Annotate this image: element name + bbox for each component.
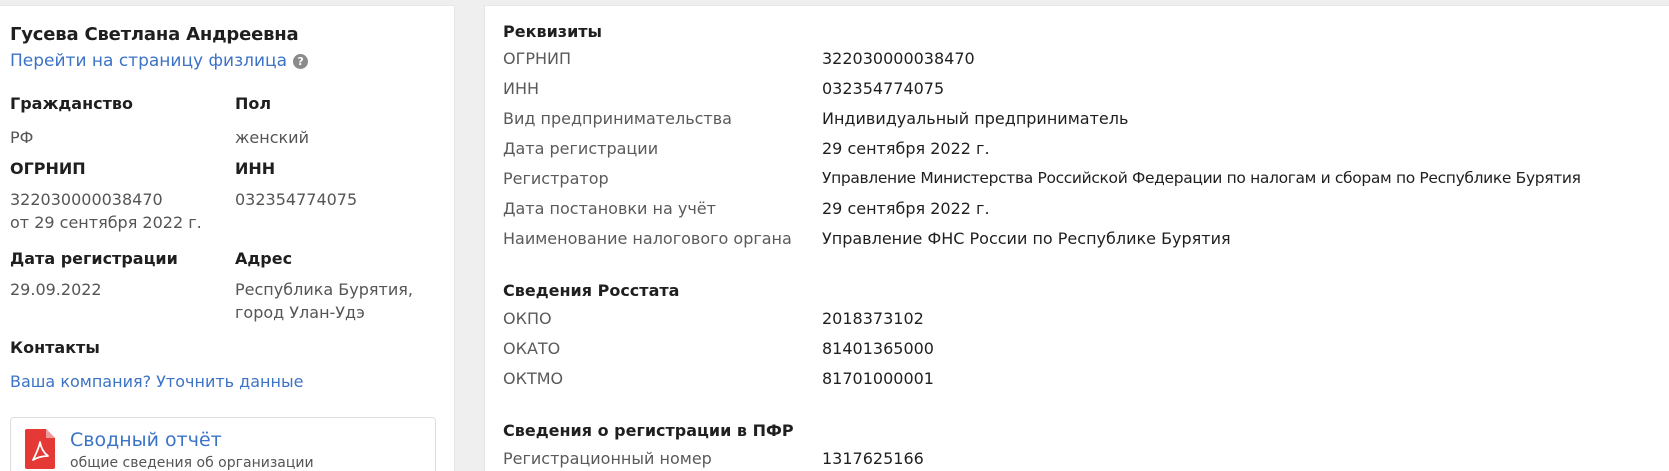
- pfr-title: Сведения о регистрации в ПФР: [503, 421, 794, 440]
- row-label: Вид предпринимательства: [503, 109, 732, 128]
- requisites-row: Вид предпринимательства Индивидуальный п…: [0, 109, 1669, 135]
- row-label: ОКАТО: [503, 339, 561, 358]
- row-value: Управление ФНС России по Республике Буря…: [822, 229, 1231, 248]
- row-label: ОКПО: [503, 309, 552, 328]
- row-label: ИНН: [503, 79, 540, 98]
- address-line-1: Республика Бурятия,: [235, 280, 413, 299]
- row-value: Индивидуальный предприниматель: [822, 109, 1129, 128]
- row-value: 032354774075: [822, 79, 945, 98]
- requisites-row: ИНН 032354774075: [0, 79, 1669, 105]
- requisites-row: Наименование налогового органа Управлени…: [0, 229, 1669, 255]
- row-value: 29 сентября 2022 г.: [822, 199, 990, 218]
- row-value: 29 сентября 2022 г.: [822, 139, 990, 158]
- page: Гусева Светлана Андреевна Перейти на стр…: [0, 0, 1669, 471]
- person-name: Гусева Светлана Андреевна: [10, 24, 299, 45]
- row-value: 2018373102: [822, 309, 924, 328]
- row-label: Наименование налогового органа: [503, 229, 792, 248]
- requisites-row: Дата регистрации 29 сентября 2022 г.: [0, 139, 1669, 165]
- row-label: Дата постановки на учёт: [503, 199, 716, 218]
- row-label: Дата регистрации: [503, 139, 659, 158]
- row-label: ОКТМО: [503, 369, 564, 388]
- rosstat-row: ОКТМО 81701000001: [0, 369, 1669, 395]
- row-label: Регистратор: [503, 169, 609, 188]
- rosstat-row: ОКАТО 81401365000: [0, 339, 1669, 365]
- rosstat-row: ОКПО 2018373102: [0, 309, 1669, 335]
- requisites-title: Реквизиты: [503, 22, 603, 41]
- row-label: Регистрационный номер: [503, 449, 712, 468]
- row-value: 81701000001: [822, 369, 934, 388]
- row-value: 1317625166: [822, 449, 924, 468]
- rosstat-title: Сведения Росстата: [503, 281, 680, 300]
- requisites-row: Регистратор Управление Министерства Росс…: [0, 169, 1669, 195]
- requisites-row: ОГРНИП 322030000038470: [0, 49, 1669, 75]
- row-label: ОГРНИП: [503, 49, 572, 68]
- row-value: Управление Министерства Российской Федер…: [822, 169, 1581, 187]
- pfr-row: Регистрационный номер 1317625166: [0, 449, 1669, 471]
- registration-date-value: 29.09.2022: [10, 280, 102, 299]
- requisites-row: Дата постановки на учёт 29 сентября 2022…: [0, 199, 1669, 225]
- row-value: 81401365000: [822, 339, 934, 358]
- report-title[interactable]: Сводный отчёт: [70, 429, 222, 451]
- row-value: 322030000038470: [822, 49, 975, 68]
